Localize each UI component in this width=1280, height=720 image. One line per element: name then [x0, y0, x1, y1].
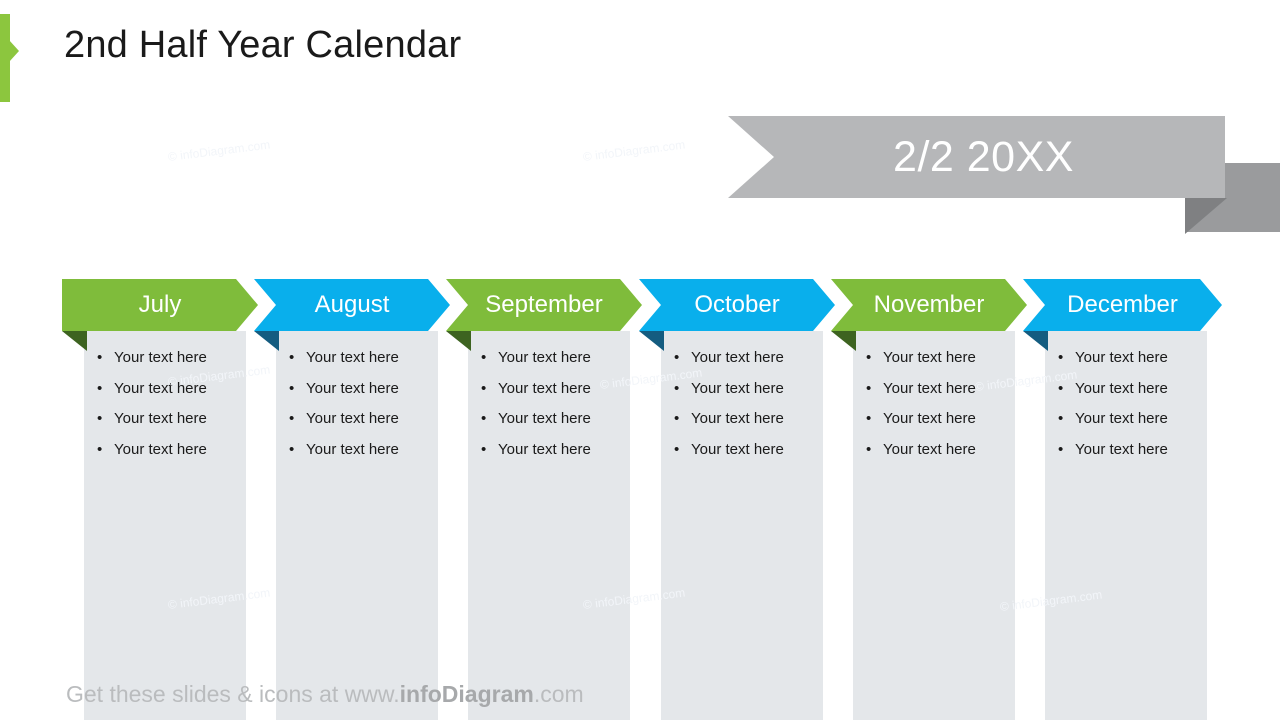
month-content-box: Your text hereYour text hereYour text he…	[661, 331, 823, 720]
list-item[interactable]: Your text here	[853, 435, 1015, 466]
month-content-box: Your text hereYour text hereYour text he…	[84, 331, 246, 720]
list-item[interactable]: Your text here	[661, 374, 823, 405]
list-item[interactable]: Your text here	[84, 404, 246, 435]
list-item[interactable]: Your text here	[853, 404, 1015, 435]
chevron-shadow	[446, 331, 471, 351]
footer-prefix: Get these slides & icons at www.	[66, 681, 400, 707]
list-item[interactable]: Your text here	[1045, 404, 1207, 435]
list-item[interactable]: Your text here	[661, 435, 823, 466]
bullet-list: Your text hereYour text hereYour text he…	[468, 343, 630, 465]
list-item[interactable]: Your text here	[276, 404, 438, 435]
month-columns: Your text hereYour text hereYour text he…	[0, 0, 1280, 720]
month-content-box: Your text hereYour text hereYour text he…	[853, 331, 1015, 720]
list-item[interactable]: Your text here	[1045, 435, 1207, 466]
month-header-october[interactable]: October	[639, 279, 835, 331]
bullet-list: Your text hereYour text hereYour text he…	[276, 343, 438, 465]
list-item[interactable]: Your text here	[468, 404, 630, 435]
month-header-july[interactable]: July	[62, 279, 258, 331]
list-item[interactable]: Your text here	[468, 343, 630, 374]
month-header-september[interactable]: September	[446, 279, 642, 331]
list-item[interactable]: Your text here	[1045, 343, 1207, 374]
month-header-august[interactable]: August	[254, 279, 450, 331]
list-item[interactable]: Your text here	[661, 404, 823, 435]
footer-brand: infoDiagram	[399, 681, 534, 707]
bullet-list: Your text hereYour text hereYour text he…	[661, 343, 823, 465]
list-item[interactable]: Your text here	[468, 435, 630, 466]
list-item[interactable]: Your text here	[468, 374, 630, 405]
month-header-december[interactable]: December	[1023, 279, 1222, 331]
month-content-box: Your text hereYour text hereYour text he…	[1045, 331, 1207, 720]
list-item[interactable]: Your text here	[661, 343, 823, 374]
chevron-shadow	[1023, 331, 1048, 351]
list-item[interactable]: Your text here	[84, 343, 246, 374]
month-header-november[interactable]: November	[831, 279, 1027, 331]
list-item[interactable]: Your text here	[276, 374, 438, 405]
list-item[interactable]: Your text here	[84, 435, 246, 466]
chevron-shadow	[62, 331, 87, 351]
slide-canvas: 2nd Half Year Calendar 2/2 20XX Your tex…	[0, 0, 1280, 720]
footer-credit: Get these slides & icons at www.infoDiag…	[66, 681, 584, 708]
list-item[interactable]: Your text here	[276, 343, 438, 374]
bullet-list: Your text hereYour text hereYour text he…	[84, 343, 246, 465]
list-item[interactable]: Your text here	[853, 343, 1015, 374]
list-item[interactable]: Your text here	[276, 435, 438, 466]
chevron-shadow	[639, 331, 664, 351]
list-item[interactable]: Your text here	[84, 374, 246, 405]
month-content-box: Your text hereYour text hereYour text he…	[276, 331, 438, 720]
chevron-shadow	[831, 331, 856, 351]
month-content-box: Your text hereYour text hereYour text he…	[468, 331, 630, 720]
chevron-shadow	[254, 331, 279, 351]
footer-suffix: .com	[533, 681, 584, 707]
bullet-list: Your text hereYour text hereYour text he…	[853, 343, 1015, 465]
list-item[interactable]: Your text here	[853, 374, 1015, 405]
bullet-list: Your text hereYour text hereYour text he…	[1045, 343, 1207, 465]
list-item[interactable]: Your text here	[1045, 374, 1207, 405]
